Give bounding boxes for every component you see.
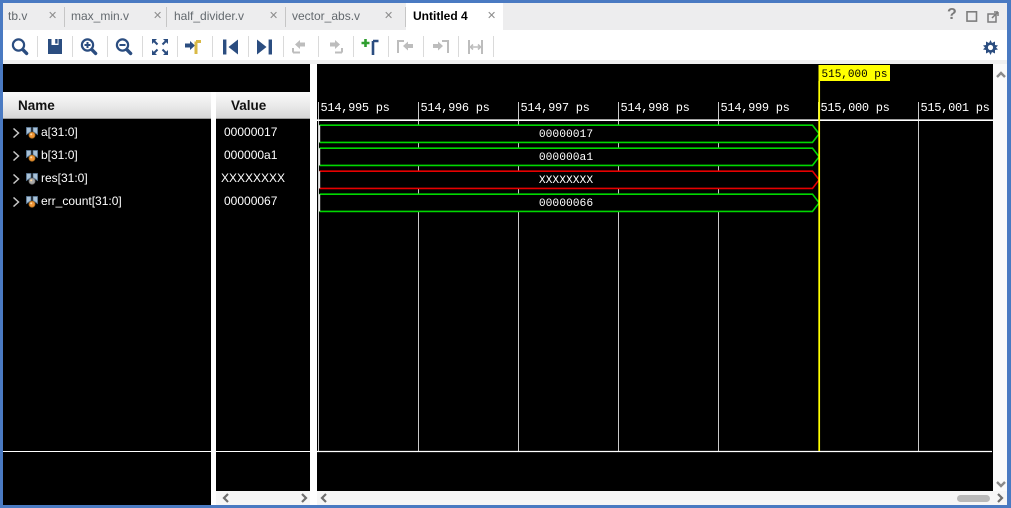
svg-text:514,996 ps: 514,996 ps bbox=[420, 101, 489, 115]
svg-text:514,999 ps: 514,999 ps bbox=[720, 101, 789, 115]
svg-text:00000017: 00000017 bbox=[538, 129, 592, 141]
svg-text:514,997 ps: 514,997 ps bbox=[520, 101, 589, 115]
svg-text:000000a1: 000000a1 bbox=[538, 152, 592, 164]
svg-text:514,995 ps: 514,995 ps bbox=[320, 101, 389, 115]
svg-text:515,001 ps: 515,001 ps bbox=[920, 101, 989, 115]
svg-text:515,000 ps: 515,000 ps bbox=[821, 69, 887, 81]
svg-text:514,998 ps: 514,998 ps bbox=[620, 101, 689, 115]
svg-text:XXXXXXXX: XXXXXXXX bbox=[538, 175, 592, 187]
svg-text:515,000 ps: 515,000 ps bbox=[820, 101, 889, 115]
svg-text:00000066: 00000066 bbox=[538, 198, 592, 210]
